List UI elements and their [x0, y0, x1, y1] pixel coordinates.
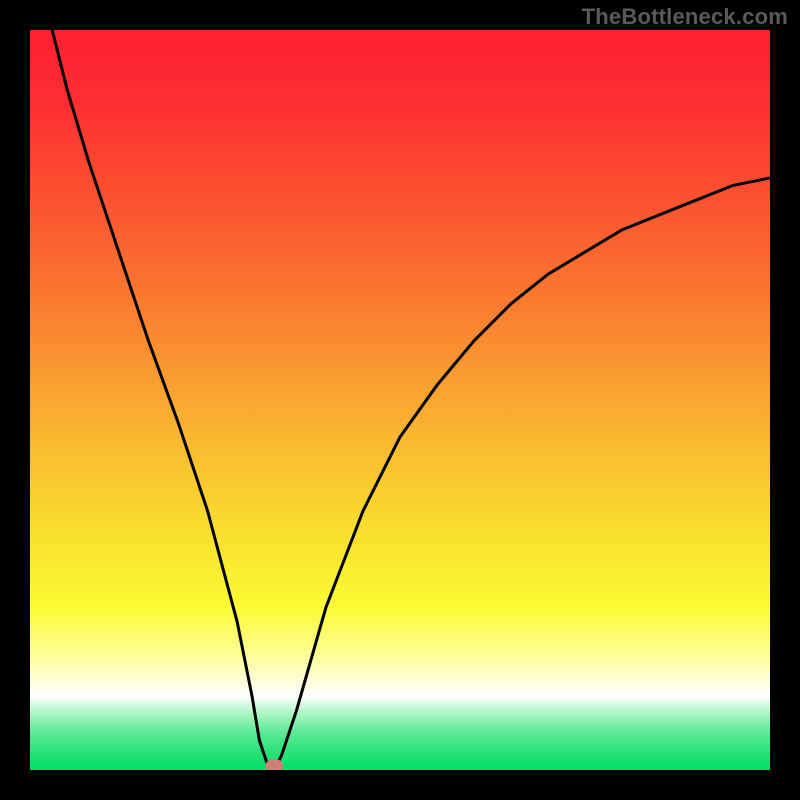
- chart-frame: TheBottleneck.com: [0, 0, 800, 800]
- chart-plot-area: [30, 30, 770, 770]
- chart-svg: [30, 30, 770, 770]
- watermark-label: TheBottleneck.com: [582, 4, 788, 30]
- chart-background-gradient: [30, 30, 770, 770]
